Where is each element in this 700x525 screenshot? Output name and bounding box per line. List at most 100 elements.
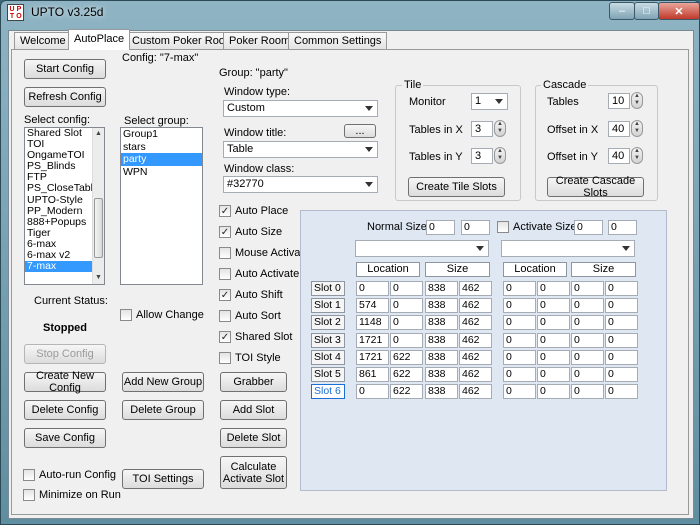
grabber-button[interactable]: Grabber: [220, 372, 287, 392]
slot-normal-cell[interactable]: 0: [390, 315, 423, 331]
slot-label[interactable]: Slot 5: [311, 367, 345, 382]
add-slot-button[interactable]: Add Slot: [220, 400, 287, 420]
slot-activate-cell[interactable]: 0: [503, 298, 536, 314]
option-checkbox[interactable]: Auto Activate: [219, 268, 299, 280]
slot-normal-cell[interactable]: 0: [390, 281, 423, 296]
slot-activate-cell[interactable]: 0: [537, 315, 570, 331]
normal-preset-select[interactable]: [355, 240, 489, 257]
slot-activate-cell[interactable]: 0: [537, 349, 570, 365]
slot-normal-cell[interactable]: 462: [459, 332, 492, 348]
option-checkbox[interactable]: Auto Sort: [219, 310, 281, 322]
delete-config-button[interactable]: Delete Config: [24, 400, 106, 420]
slot-normal-cell[interactable]: 1721: [356, 332, 389, 348]
tables-y-spinner-icon[interactable]: ▲ ▼: [494, 147, 506, 164]
tab-welcome[interactable]: Welcome: [14, 32, 72, 49]
option-checkbox[interactable]: ✓ Auto Shift: [219, 289, 283, 301]
cascade-tables-input[interactable]: 10: [608, 93, 630, 109]
delete-slot-button[interactable]: Delete Slot: [220, 428, 287, 448]
slot-activate-cell[interactable]: 0: [503, 349, 536, 365]
option-checkbox[interactable]: ✓ Shared Slot: [219, 331, 292, 343]
slot-activate-cell[interactable]: 0: [571, 349, 604, 365]
scroll-down-icon[interactable]: ▼: [94, 273, 103, 283]
slot-normal-cell[interactable]: 462: [459, 298, 492, 314]
checkbox-box[interactable]: [23, 469, 35, 481]
group-list-item[interactable]: stars: [121, 141, 202, 154]
offset-x-spinner-icon[interactable]: ▲ ▼: [631, 120, 643, 137]
option-checkbox[interactable]: ✓ Auto Place: [219, 205, 288, 217]
title-bar[interactable]: UPTO UPTO v3.25d – □ ✕: [1, 1, 700, 25]
slot-normal-cell[interactable]: 838: [425, 298, 458, 314]
checkbox-box[interactable]: [23, 489, 35, 501]
slot-label[interactable]: Slot 1: [311, 298, 345, 314]
slot-activate-cell[interactable]: 0: [571, 332, 604, 348]
create-tile-slots-button[interactable]: Create Tile Slots: [408, 177, 505, 197]
normal-height-input[interactable]: 0: [461, 220, 490, 235]
cascade-tables-spinner-icon[interactable]: ▲ ▼: [631, 92, 643, 109]
activate-preset-select[interactable]: [501, 240, 635, 257]
tables-x-input[interactable]: 3: [471, 121, 493, 137]
checkbox-box[interactable]: ✓: [219, 205, 231, 217]
window-title-picker-button[interactable]: ...: [344, 124, 376, 138]
tab-poker-room[interactable]: Poker Room: [223, 32, 297, 49]
close-button[interactable]: ✕: [658, 2, 700, 20]
slot-normal-cell[interactable]: 838: [425, 332, 458, 348]
delete-group-button[interactable]: Delete Group: [122, 400, 204, 420]
slot-normal-cell[interactable]: 861: [356, 367, 389, 382]
slot-label[interactable]: Slot 4: [311, 349, 345, 365]
window-title-select[interactable]: Table: [223, 141, 378, 158]
slot-normal-cell[interactable]: 0: [356, 281, 389, 296]
slot-normal-cell[interactable]: 838: [425, 349, 458, 365]
group-list-item[interactable]: party: [121, 153, 202, 166]
slot-activate-cell[interactable]: 0: [503, 332, 536, 348]
slot-activate-cell[interactable]: 0: [537, 332, 570, 348]
scroll-up-icon[interactable]: ▲: [94, 129, 103, 139]
scroll-thumb[interactable]: [94, 198, 103, 258]
start-config-button[interactable]: Start Config: [24, 59, 106, 79]
checkbox-box[interactable]: ✓: [219, 289, 231, 301]
tab-autoplace[interactable]: AutoPlace: [68, 29, 131, 50]
calculate-activate-slot-button[interactable]: Calculate Activate Slot: [220, 456, 287, 489]
slot-normal-cell[interactable]: 838: [425, 367, 458, 382]
checkbox-box[interactable]: [219, 310, 231, 322]
slot-activate-cell[interactable]: 0: [503, 367, 536, 382]
slot-normal-cell[interactable]: 622: [390, 384, 423, 400]
slot-activate-cell[interactable]: 0: [605, 332, 638, 348]
window-type-select[interactable]: Custom: [223, 100, 378, 117]
group-list-item[interactable]: WPN: [121, 166, 202, 179]
offset-y-input[interactable]: 40: [608, 148, 630, 164]
normal-width-input[interactable]: 0: [426, 220, 455, 235]
slot-activate-cell[interactable]: 0: [503, 315, 536, 331]
slot-activate-cell[interactable]: 0: [571, 384, 604, 400]
slot-label[interactable]: Slot 6: [311, 384, 345, 400]
slot-normal-cell[interactable]: 462: [459, 349, 492, 365]
activate-height-input[interactable]: 0: [608, 220, 637, 235]
slot-label[interactable]: Slot 2: [311, 315, 345, 331]
checkbox-box[interactable]: [219, 247, 231, 259]
slot-activate-cell[interactable]: 0: [605, 298, 638, 314]
minimize-button[interactable]: –: [609, 2, 635, 20]
slot-activate-cell[interactable]: 0: [537, 384, 570, 400]
tables-y-input[interactable]: 3: [471, 148, 493, 164]
slot-activate-cell[interactable]: 0: [537, 281, 570, 296]
offset-y-spinner-icon[interactable]: ▲ ▼: [631, 147, 643, 164]
activate-size-checkbox[interactable]: Activate Size: [497, 221, 577, 233]
checkbox-box[interactable]: [219, 352, 231, 364]
slot-normal-cell[interactable]: 462: [459, 367, 492, 382]
allow-change-checkbox[interactable]: Allow Change: [120, 309, 204, 321]
config-list[interactable]: Shared Slot TOI OngameTOI PS_Blinds FTP PS_Cl…: [24, 127, 105, 285]
activate-width-input[interactable]: 0: [574, 220, 603, 235]
slot-activate-cell[interactable]: 0: [537, 298, 570, 314]
slot-label[interactable]: Slot 0: [311, 281, 345, 296]
slot-normal-cell[interactable]: 838: [425, 315, 458, 331]
minimize-on-run-checkbox[interactable]: Minimize on Run: [23, 489, 121, 501]
checkbox-box[interactable]: ✓: [219, 331, 231, 343]
auto-run-checkbox[interactable]: Auto-run Config: [23, 469, 116, 481]
slot-normal-cell[interactable]: 462: [459, 315, 492, 331]
slot-normal-cell[interactable]: 1148: [356, 315, 389, 331]
create-new-config-button[interactable]: Create New Config: [24, 370, 106, 394]
slot-normal-cell[interactable]: 0: [390, 332, 423, 348]
save-config-button[interactable]: Save Config: [24, 428, 106, 448]
stop-config-button[interactable]: Stop Config: [24, 344, 106, 364]
slot-activate-cell[interactable]: 0: [605, 367, 638, 382]
slot-normal-cell[interactable]: 622: [390, 367, 423, 382]
